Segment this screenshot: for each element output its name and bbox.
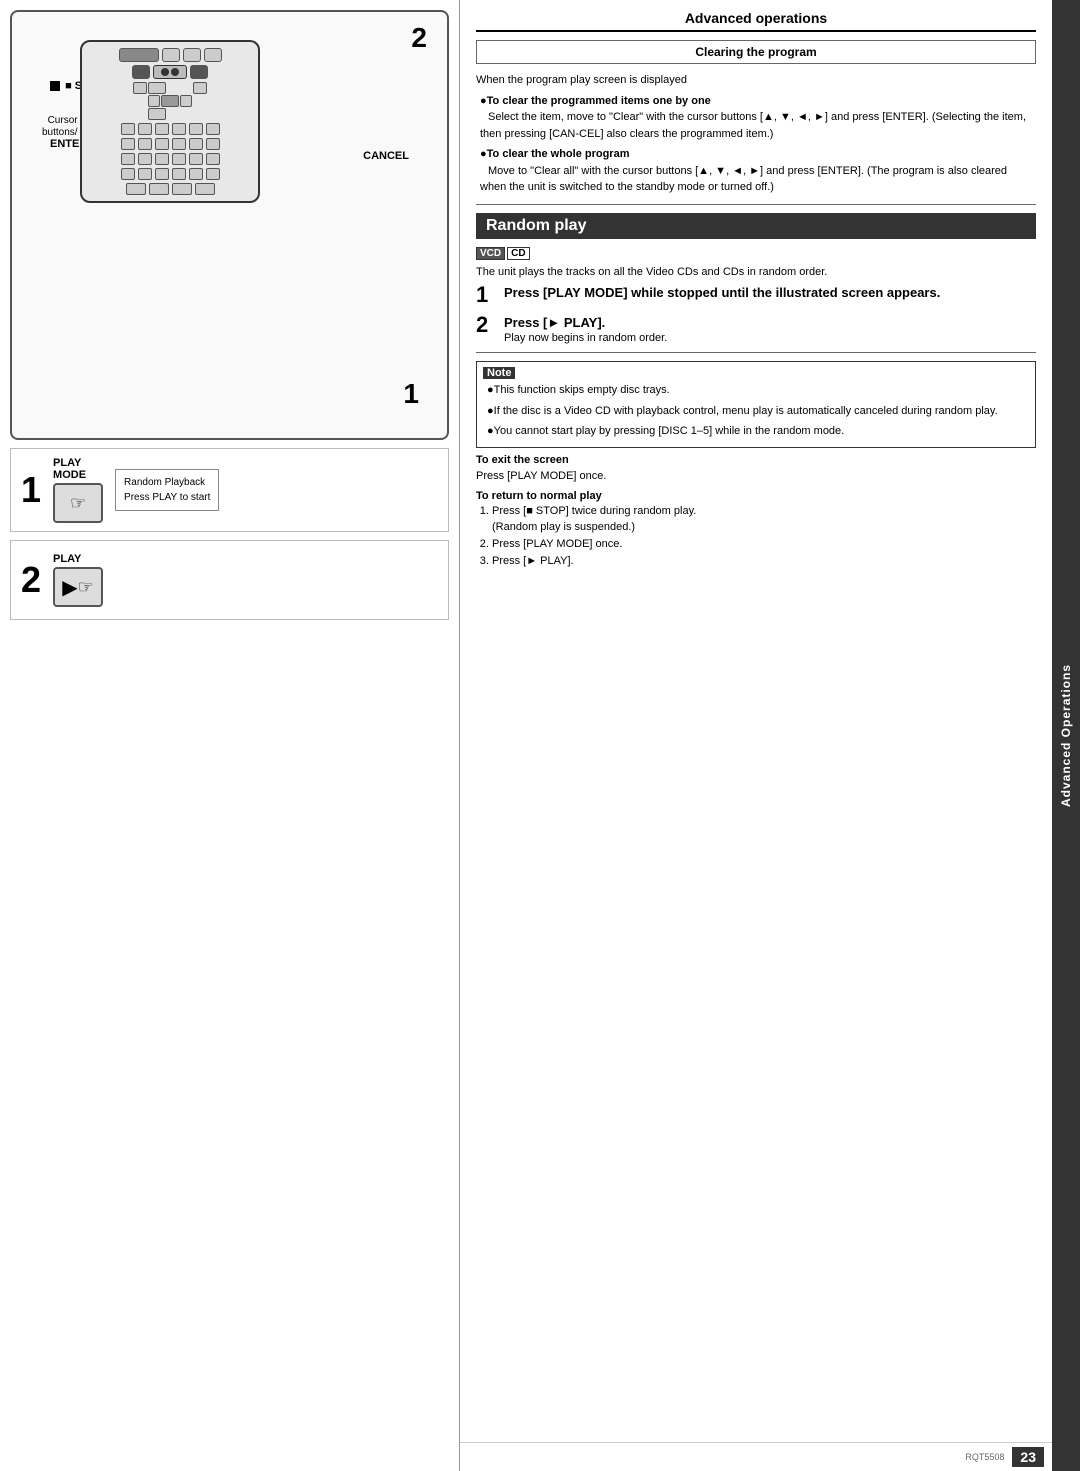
to-return-label: To return to normal play bbox=[476, 490, 1036, 502]
note-title: Note bbox=[483, 367, 515, 379]
note-box: Note ●This function skips empty disc tra… bbox=[476, 361, 1036, 448]
right-panel: Advanced operations Clearing the program… bbox=[460, 0, 1052, 1471]
cd-badge: CD bbox=[507, 247, 529, 260]
clearing-intro: When the program play screen is displaye… bbox=[476, 72, 1036, 89]
side-tab: Advanced Operations bbox=[1052, 0, 1080, 1471]
right-step2-text: Press [► PLAY]. bbox=[504, 314, 667, 332]
to-exit-text: Press [PLAY MODE] once. bbox=[476, 468, 1036, 485]
step1-number: 1 bbox=[21, 472, 41, 508]
play-mode-label: PLAY MODE bbox=[53, 457, 103, 481]
page-footer: RQT5508 23 bbox=[460, 1442, 1052, 1471]
page-number: 23 bbox=[1012, 1447, 1044, 1467]
vcd-badge: VCD bbox=[476, 247, 505, 260]
cursor-label: Cursor buttons/ bbox=[42, 115, 78, 139]
step2-number: 2 bbox=[21, 562, 41, 598]
right-step1-text: Press [PLAY MODE] while stopped until th… bbox=[504, 284, 940, 302]
right-section: Advanced operations Clearing the program… bbox=[460, 0, 1080, 1471]
remote-step1-num: 1 bbox=[403, 378, 419, 410]
hand-icon: ☞ bbox=[70, 493, 86, 514]
note-bullet2: ●If the disc is a Video CD with playback… bbox=[487, 403, 1029, 420]
right-step2: 2 Press [► PLAY]. Play now begins in ran… bbox=[476, 314, 1036, 344]
hand-icon-2: ☞ bbox=[78, 577, 94, 598]
step2-section: 2 PLAY ▶☞ bbox=[10, 540, 449, 620]
vcd-cd-badges: VCD CD bbox=[476, 247, 1036, 260]
model-number: RQT5508 bbox=[965, 1452, 1004, 1462]
bullet1: ●To clear the programmed items one by on… bbox=[480, 93, 1036, 143]
random-play-intro: The unit plays the tracks on all the Vid… bbox=[476, 264, 1036, 281]
right-step1: 1 Press [PLAY MODE] while stopped until … bbox=[476, 284, 1036, 306]
to-return-list: Press [■ STOP] twice during random play.… bbox=[476, 504, 1036, 570]
clearing-title: Clearing the program bbox=[485, 45, 1027, 59]
random-play-header: Random play bbox=[476, 213, 1036, 239]
clearing-section: Clearing the program bbox=[476, 40, 1036, 64]
note-bullet1: ●This function skips empty disc trays. bbox=[487, 382, 1029, 399]
cancel-label: CANCEL bbox=[363, 150, 409, 162]
list-item: Press [► PLAY]. bbox=[492, 554, 1036, 569]
section-header: Advanced operations bbox=[476, 10, 1036, 32]
left-panel: 2 ■ STOP Cursor buttons/ ENTER bbox=[0, 0, 460, 1471]
play-label: PLAY bbox=[53, 553, 103, 565]
note-bullet3: ●You cannot start play by pressing [DISC… bbox=[487, 423, 1029, 440]
screen-popup: Random Playback Press PLAY to start bbox=[115, 469, 219, 511]
right-step2-sub: Play now begins in random order. bbox=[504, 332, 667, 344]
list-item: Press [PLAY MODE] once. bbox=[492, 537, 1036, 552]
play-button[interactable]: ▶☞ bbox=[53, 567, 103, 607]
remote-diagram: 2 ■ STOP Cursor buttons/ ENTER bbox=[10, 10, 449, 440]
step1-section: 1 PLAY MODE ☞ Random Playback Press PLAY… bbox=[10, 448, 449, 532]
bullet2: ●To clear the whole program Move to "Cle… bbox=[480, 146, 1036, 196]
to-exit-label: To exit the screen bbox=[476, 454, 1036, 466]
play-mode-button[interactable]: ☞ bbox=[53, 483, 103, 523]
list-item: Press [■ STOP] twice during random play.… bbox=[492, 504, 1036, 535]
